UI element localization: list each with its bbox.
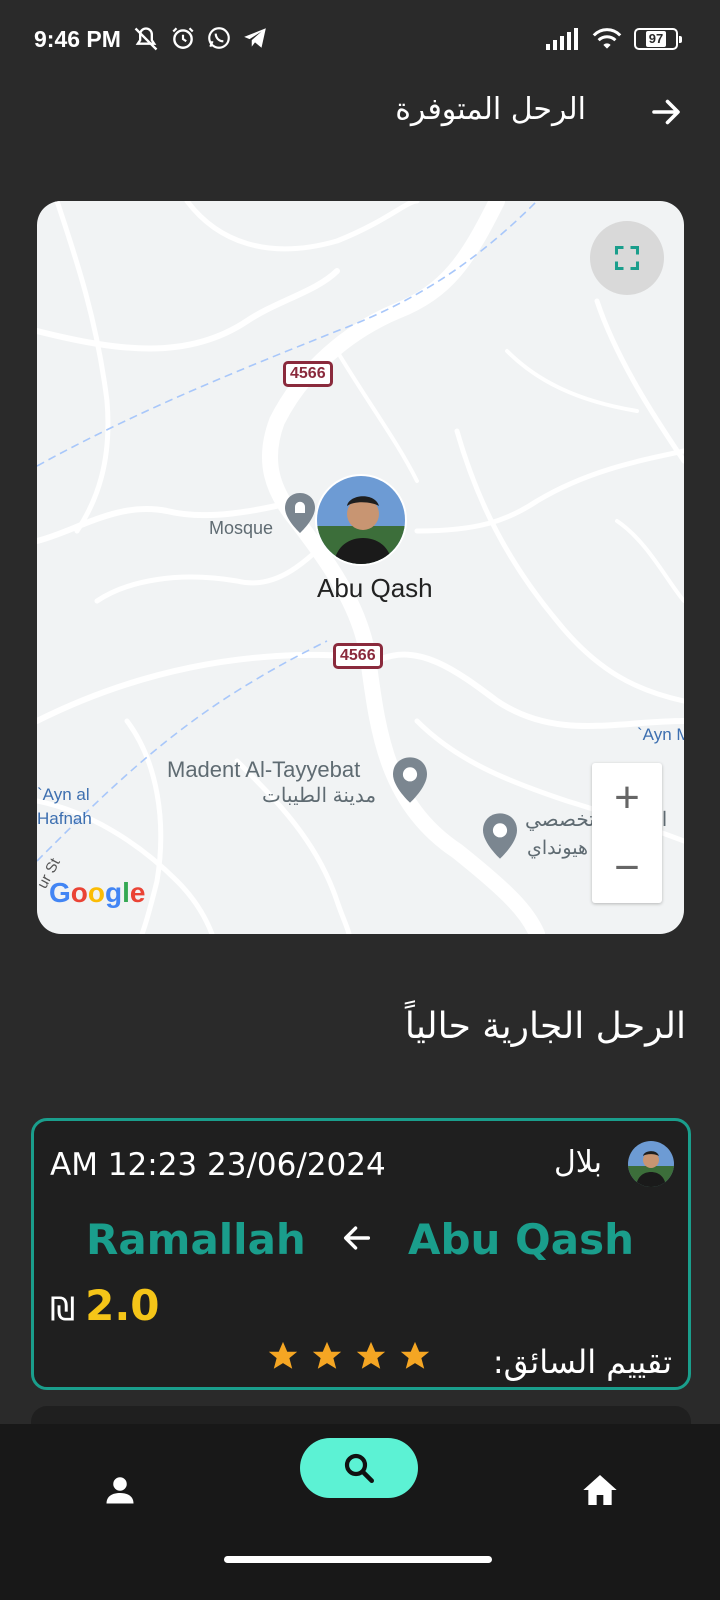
page-title: الرحل المتوفرة — [395, 92, 586, 127]
star-icon — [312, 1341, 342, 1369]
star-icon — [356, 1341, 386, 1369]
currency-symbol: ₪ — [50, 1290, 76, 1328]
home-icon — [583, 1475, 617, 1505]
fullscreen-button[interactable] — [590, 221, 664, 295]
status-bar: 9:46 PM 97 — [0, 0, 720, 82]
driver-location-avatar[interactable] — [315, 474, 407, 566]
zoom-controls: + − — [592, 763, 662, 903]
person-icon — [106, 1477, 134, 1504]
road-number-badge: 4566 — [333, 643, 383, 669]
poi-label: `Ayn al — [37, 785, 90, 804]
signal-icon — [546, 28, 578, 50]
arrow-right-icon[interactable] — [648, 94, 684, 130]
place-name-label: Abu Qash — [317, 573, 433, 603]
google-logo: Google — [49, 877, 146, 908]
destination-city: Ramallah — [86, 1215, 306, 1264]
mute-icon — [134, 27, 158, 51]
trip-price: ₪ 2.0 — [50, 1281, 160, 1330]
star-icon — [400, 1341, 430, 1369]
home-indicator[interactable] — [224, 1556, 492, 1563]
poi-label: `Ayn M — [637, 725, 684, 744]
zoom-out-button[interactable]: − — [592, 833, 662, 903]
price-value: 2.0 — [85, 1281, 160, 1330]
star-icon — [268, 1341, 298, 1369]
driver-rating-stars — [266, 1339, 432, 1373]
poi-label: مدينة الطيبات — [262, 785, 377, 807]
search-icon — [344, 1453, 374, 1483]
origin-city: Abu Qash — [407, 1215, 634, 1264]
nav-home[interactable] — [574, 1464, 626, 1516]
nav-search[interactable] — [300, 1438, 418, 1498]
whatsapp-icon — [208, 27, 230, 49]
wifi-icon — [592, 28, 622, 49]
telegram-icon — [244, 28, 266, 48]
fullscreen-icon — [614, 245, 640, 271]
notification-icons — [132, 25, 268, 53]
driver-photo — [317, 476, 405, 564]
poi-label: Hafnah — [37, 809, 92, 828]
driver-name: بلال — [553, 1145, 602, 1180]
poi-pin-icon[interactable] — [393, 757, 427, 803]
bottom-navigation — [0, 1424, 720, 1600]
zoom-in-button[interactable]: + — [592, 763, 662, 833]
rating-label: تقييم السائق: — [492, 1343, 672, 1381]
arrow-left-icon — [343, 1226, 371, 1250]
trip-card[interactable]: AM 12:23 23/06/2024 بلال Abu Qash Ramall… — [31, 1118, 691, 1390]
section-title: الرحل الجارية حالياً — [404, 1006, 686, 1047]
poi-label: Madent Al-Tayyebat — [167, 757, 361, 782]
battery-level: 97 — [645, 31, 667, 47]
mosque-pin-icon[interactable] — [285, 493, 315, 533]
poi-pin-icon[interactable] — [483, 813, 517, 859]
road-number-badge: 4566 — [283, 361, 333, 387]
system-icons: 97 — [546, 27, 682, 51]
status-time: 9:46 PM — [34, 26, 121, 52]
map-view[interactable]: 4566 4566 Mosque Abu Qash Madent Al-Tayy… — [37, 201, 684, 934]
avatar — [628, 1141, 674, 1187]
poi-label: Mosque — [209, 518, 274, 538]
trip-datetime: AM 12:23 23/06/2024 — [50, 1147, 386, 1183]
battery-icon: 97 — [634, 28, 682, 50]
alarm-icon — [172, 27, 194, 49]
nav-profile[interactable] — [94, 1464, 146, 1516]
